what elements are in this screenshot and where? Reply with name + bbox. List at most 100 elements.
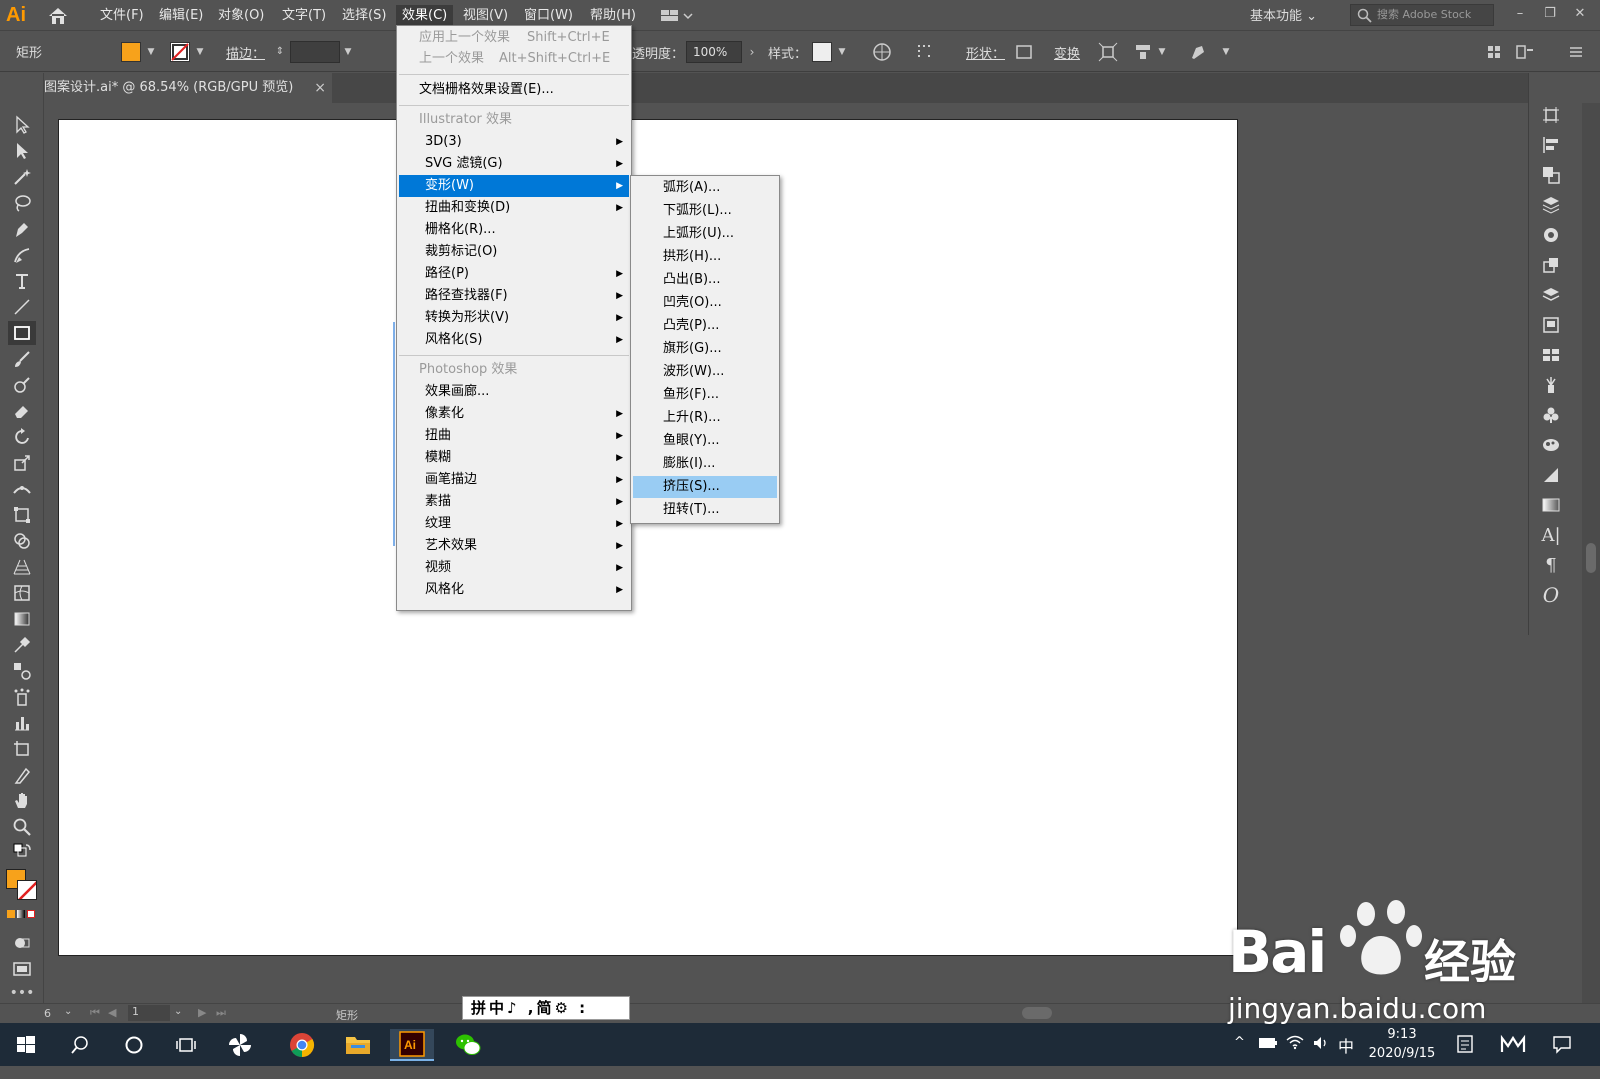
recolor-icon[interactable] [872,42,894,62]
shape-icon[interactable] [1014,42,1036,62]
symbols-panel-icon[interactable] [1539,403,1563,427]
menu-distort[interactable]: 扭曲 ▶ [399,425,629,447]
document-tab[interactable]: 图案设计.ai* @ 68.54% (RGB/GPU 预览) × [40,73,332,103]
menu-effect[interactable]: 效果(C) [396,5,454,27]
warp-arc[interactable]: 弧形(A)... [633,177,777,199]
paintbrush-tool-icon[interactable] [8,347,36,371]
warp-bulge[interactable]: 凸出(B)... [633,269,777,291]
selected-object-edge[interactable] [393,322,395,546]
curvature-tool-icon[interactable] [8,243,36,267]
swatches-panel-icon[interactable] [1539,343,1563,367]
wifi-icon[interactable] [1286,1034,1304,1077]
file-explorer-icon[interactable] [336,1029,380,1061]
line-tool-icon[interactable] [8,295,36,319]
default-colors-icon[interactable] [8,843,36,861]
canvas-area[interactable] [44,103,1528,1003]
align-grid-icon[interactable] [916,42,938,62]
screen-mode-icon[interactable] [8,957,36,981]
shape-builder-tool-icon[interactable] [8,529,36,553]
pathfinder-panel-icon[interactable] [1539,163,1563,187]
magic-wand-tool-icon[interactable] [8,165,36,189]
warp-arch[interactable]: 拱形(H)... [633,246,777,268]
menu-convert-to-shape[interactable]: 转换为形状(V) ▶ [399,307,629,329]
shape-label[interactable]: 形状： [966,43,1005,62]
menu-path[interactable]: 路径(P) ▶ [399,263,629,285]
task-view-icon[interactable] [164,1029,208,1061]
menu-warp[interactable]: 变形(W) ▶ [399,175,629,197]
eraser-tool-icon[interactable] [8,399,36,423]
gradient-tool-icon[interactable] [8,607,36,631]
menu-hamburger-icon[interactable] [1568,42,1590,62]
warp-fish[interactable]: 鱼形(F)... [633,384,777,406]
pen-options-icon[interactable] [1188,42,1210,62]
illustrator-taskbar-icon[interactable]: Ai [390,1029,434,1061]
stroke-color-swatch[interactable] [17,880,37,900]
menu-type[interactable]: 文字(T) [276,5,332,27]
menu-artistic[interactable]: 艺术效果 ▶ [399,535,629,557]
stroke-weight-stepper[interactable]: ⇕ [274,42,286,62]
volume-icon[interactable] [1312,1035,1330,1078]
slice-tool-icon[interactable] [8,763,36,787]
prev-artboard-icon[interactable]: ◀ [108,1006,116,1019]
menu-3d[interactable]: 3D(3) ▶ [399,131,629,153]
opacity-input[interactable]: 100% [686,41,742,63]
artboard-number-input[interactable]: 1 [128,1005,170,1021]
workspace-layout-icon[interactable] [660,7,696,25]
pinwheel-app-icon[interactable] [218,1029,262,1061]
transform-panel-icon[interactable] [1539,253,1563,277]
close-window-button[interactable]: ✕ [1570,4,1590,24]
warp-arc-lower[interactable]: 下弧形(L)... [633,200,777,222]
last-artboard-icon[interactable]: ⏭ [216,1006,226,1020]
stroke-label[interactable]: 描边： [226,43,265,62]
pen-options-dropdown-icon[interactable]: ▼ [1220,42,1232,62]
menu-window[interactable]: 窗口(W) [518,5,579,27]
restore-button[interactable]: ❐ [1540,4,1560,24]
draw-mode-icon[interactable] [8,931,36,955]
rotate-tool-icon[interactable] [8,425,36,449]
brushes-panel-icon[interactable] [1539,373,1563,397]
artboards-panel-icon[interactable] [1539,103,1563,127]
selection-tool-icon[interactable] [8,113,36,137]
scale-tool-icon[interactable] [8,451,36,475]
warp-rise[interactable]: 上升(R)... [633,407,777,429]
workspace-switcher[interactable]: 基本功能 ⌄ [1250,5,1317,24]
notes-icon[interactable] [1456,1034,1474,1077]
gradient-mode-icon[interactable] [17,910,25,918]
menu-stylize-ai[interactable]: 风格化(S) ▶ [399,329,629,351]
transform-label[interactable]: 变换 [1054,43,1080,62]
character-panel-icon[interactable]: A| [1539,523,1563,547]
layers-panel-icon[interactable] [1539,283,1563,307]
warp-squeeze[interactable]: 挤压(S)... [633,476,777,498]
warp-twist[interactable]: 扭转(T)... [633,499,777,521]
mesh-tool-icon[interactable] [8,581,36,605]
none-mode-icon[interactable] [27,910,35,918]
stroke-weight-input[interactable] [290,41,340,63]
asset-export-panel-icon[interactable] [1539,313,1563,337]
minimize-button[interactable]: – [1510,4,1530,24]
stroke-swatch[interactable] [170,42,190,62]
stroke-panel-icon[interactable] [1539,463,1563,487]
menu-pathfinder[interactable]: 路径查找器(F) ▶ [399,285,629,307]
type-tool-icon[interactable] [8,269,36,293]
windows-start-icon[interactable] [4,1029,48,1061]
tray-expand-icon[interactable]: ^ [1234,1035,1245,1078]
panel-options-icon[interactable] [1514,42,1536,62]
menu-pixelate[interactable]: 像素化 ▶ [399,403,629,425]
free-transform-tool-icon[interactable] [8,503,36,527]
chrome-icon[interactable] [280,1029,324,1061]
stroke-dropdown-icon[interactable]: ▼ [194,42,206,62]
menu-stylize-ps[interactable]: 风格化 ▶ [399,579,629,601]
menu-object[interactable]: 对象(O) [212,5,270,27]
artboard-dropdown-icon[interactable]: ⌄ [174,1006,182,1017]
warp-flag[interactable]: 旗形(G)... [633,338,777,360]
lasso-tool-icon[interactable] [8,191,36,215]
direct-selection-tool-icon[interactable] [8,139,36,163]
home-icon[interactable] [46,5,70,27]
warp-shell-lower[interactable]: 凹壳(O)... [633,292,777,314]
panel-grid-icon[interactable] [1484,42,1506,62]
menu-sketch[interactable]: 素描 ▶ [399,491,629,513]
warp-wave[interactable]: 波形(W)... [633,361,777,383]
cortana-icon[interactable] [112,1029,156,1061]
close-tab-icon[interactable]: × [314,73,326,103]
menu-blur[interactable]: 模糊 ▶ [399,447,629,469]
